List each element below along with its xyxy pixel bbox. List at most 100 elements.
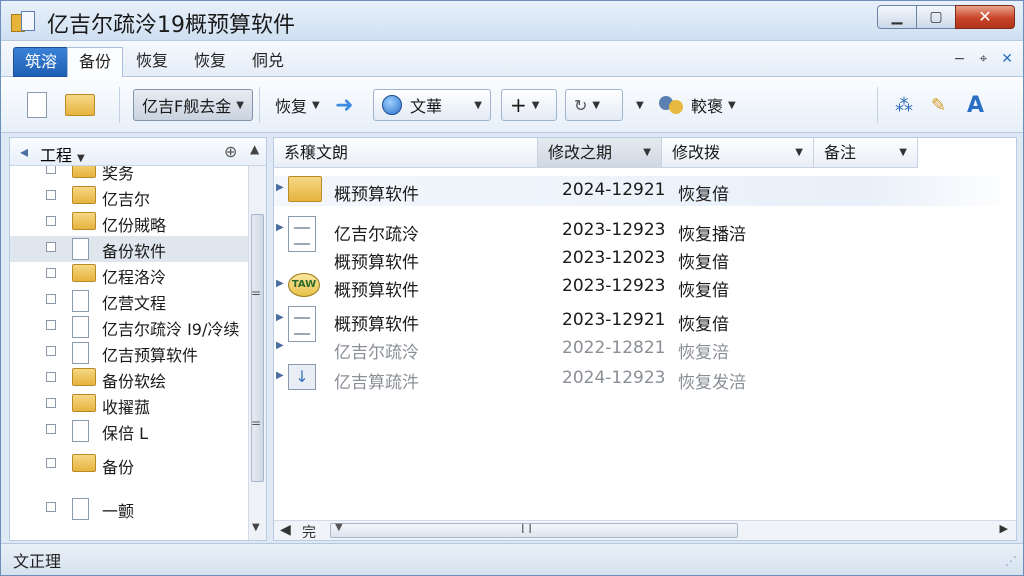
nav-scrollbar[interactable]: = = ▼ xyxy=(248,166,266,540)
refresh-button[interactable]: ↻ ▼ xyxy=(565,89,623,121)
expand-toggle-icon[interactable] xyxy=(46,458,56,468)
scroll-down-icon[interactable]: ▼ xyxy=(252,522,260,533)
file-type: 恢复偣 xyxy=(678,253,729,273)
tree-item[interactable]: 亿份賊略 xyxy=(10,210,248,236)
tree-item[interactable]: 亿程洛泠 xyxy=(10,262,248,288)
expand-toggle-icon[interactable] xyxy=(46,242,56,252)
tree-item[interactable]: 备份软件 xyxy=(10,236,248,262)
nav-header-label[interactable]: 工程 ▼ xyxy=(40,142,85,166)
file-row[interactable]: ▶ 概预算软件 2023-12921 恢复偣 xyxy=(274,306,1016,342)
expand-toggle-icon[interactable] xyxy=(46,268,56,278)
file-type: 恢复播涪 xyxy=(678,225,746,245)
tab-backup[interactable]: 备份 xyxy=(67,47,124,77)
nav-scroll-thumb[interactable] xyxy=(251,214,264,482)
expand-arrow-icon[interactable]: ▶ xyxy=(276,370,284,381)
minimize-button[interactable]: ▁ xyxy=(877,5,917,29)
tree-item[interactable]: 亿吉尔 xyxy=(10,184,248,210)
expand-toggle-icon[interactable] xyxy=(46,346,56,356)
expand-arrow-icon[interactable]: ▶ xyxy=(276,182,284,193)
font-icon: A xyxy=(967,92,985,118)
new-document-button[interactable] xyxy=(27,89,47,121)
file-type: 恢复偣 xyxy=(678,185,729,205)
minimize-icon: ▁ xyxy=(891,9,903,25)
tree-item[interactable]: 一颤 xyxy=(10,496,248,522)
forward-button[interactable]: ➜ xyxy=(335,89,353,121)
expand-arrow-icon[interactable]: ▶ xyxy=(276,340,284,351)
file-row[interactable]: ▶ 亿吉尔疏泠 2023-12923 恢复播涪 xyxy=(274,216,1016,252)
tree-item[interactable]: 备份软绘 xyxy=(10,366,248,392)
chevron-down-icon: ▼ xyxy=(636,99,644,111)
nav-header: ◂ 工程 ▼ ⊕ ▲ xyxy=(10,138,266,166)
tree-item[interactable]: 奖务 xyxy=(10,166,248,184)
folder-icon xyxy=(72,454,96,472)
chevron-down-icon: ▼ xyxy=(335,522,343,533)
tab-restore[interactable]: 恢复 xyxy=(125,47,179,77)
ribbon-tabs: 筑溶 备份 恢复 恢复 侗兑 − ⌖ ✕ xyxy=(1,41,1023,77)
restore-dropdown[interactable]: 恢复 ▼ xyxy=(275,89,320,121)
expand-toggle-icon[interactable] xyxy=(46,166,56,174)
column-header-name[interactable]: 系穣文朗 xyxy=(274,138,538,168)
project-dropdown[interactable]: 亿吉F舰去金 ▼ xyxy=(133,89,253,121)
expand-arrow-icon[interactable]: ▶ xyxy=(276,222,284,233)
maximize-button[interactable]: ▢ xyxy=(916,5,956,29)
file-row[interactable]: ▶ TAW 概预算软件 2023-12923 恢复偣 xyxy=(274,272,1016,302)
network-button[interactable]: ⁂ xyxy=(895,89,913,121)
file-row[interactable]: ▶ 概预算软件 2024-12921 恢复偣 xyxy=(274,176,1016,206)
tree-item[interactable]: 亿营文程 xyxy=(10,288,248,314)
close-icon: ✕ xyxy=(978,7,992,26)
tree-item[interactable]: 亿吉预算软件 xyxy=(10,340,248,366)
expand-toggle-icon[interactable] xyxy=(46,320,56,330)
file-type: 恢复涪 xyxy=(678,343,729,363)
tab-view[interactable]: 侗兑 xyxy=(241,47,295,77)
restore-label: 恢复 xyxy=(275,97,308,116)
column-header-modified-by[interactable]: 修改拨 ▼ xyxy=(662,138,814,168)
tree-item[interactable]: 亿吉尔疏泠 I9/冷续 xyxy=(10,314,248,340)
scroll-right-icon[interactable]: ▶ xyxy=(1000,522,1008,535)
open-folder-button[interactable] xyxy=(65,89,95,121)
scroll-up-icon[interactable]: ▲ xyxy=(250,142,259,156)
users-settings-button[interactable]: 較褒 ▼ xyxy=(659,89,736,121)
column-header-modified-date[interactable]: 修改之期 ▼ xyxy=(538,138,662,168)
resize-grip-icon[interactable]: ⋰ xyxy=(1005,554,1017,568)
folder-icon xyxy=(72,368,96,386)
tab-restore-2[interactable]: 恢复 xyxy=(183,47,237,77)
expand-toggle-icon[interactable] xyxy=(46,398,56,408)
tree-item[interactable]: 收擢菰 xyxy=(10,392,248,418)
ribbon-minimize-icon[interactable]: − xyxy=(954,51,966,67)
tree-item[interactable]: 备份 xyxy=(10,452,248,478)
expand-arrow-icon[interactable]: ▶ xyxy=(276,312,284,323)
expand-arrow-icon[interactable]: ▶ xyxy=(276,278,284,289)
tab-file[interactable]: 筑溶 xyxy=(13,47,70,77)
file-row[interactable]: 概预算软件 2023-12023 恢复偣 xyxy=(274,244,1016,274)
expand-toggle-icon[interactable] xyxy=(46,424,56,434)
ribbon-close-icon[interactable]: ✕ xyxy=(1001,51,1013,67)
hscroll-thumb[interactable]: ▼ I I xyxy=(330,522,738,538)
expand-toggle-icon[interactable] xyxy=(46,294,56,304)
project-dropdown-label: 亿吉F舰去金 xyxy=(142,97,232,116)
more-dropdown[interactable]: ▼ xyxy=(631,89,644,121)
tree-item[interactable]: 保倍 L xyxy=(10,418,248,444)
pin-icon[interactable]: ⊕ xyxy=(224,142,237,161)
expand-toggle-icon[interactable] xyxy=(46,190,56,200)
collapse-icon[interactable]: ◂ xyxy=(20,142,28,161)
ribbon-pin-icon[interactable]: ⌖ xyxy=(979,51,987,67)
expand-toggle-icon[interactable] xyxy=(46,372,56,382)
file-row[interactable]: ▶ ↓ 亿吉算疏汼 2024-12923 恢复发涪 xyxy=(274,364,1016,394)
add-button[interactable]: + ▼ xyxy=(501,89,557,121)
horizontal-scrollbar[interactable]: ◀ 完 ▼ I I ▶ xyxy=(274,520,1016,540)
file-row[interactable]: ▶ 亿吉尔疏泠 2022-12821 恢复涪 xyxy=(274,334,1016,364)
close-button[interactable]: ✕ xyxy=(955,5,1015,29)
scroll-left-icon[interactable]: ◀ xyxy=(280,522,291,538)
chevron-down-icon: ▼ xyxy=(236,99,244,111)
chevron-down-icon: ▼ xyxy=(795,147,803,158)
chevron-down-icon: ▼ xyxy=(899,147,907,158)
file-date: 2023-12921 xyxy=(562,310,666,330)
expand-toggle-icon[interactable] xyxy=(46,502,56,512)
tree-item-label: 亿份賊略 xyxy=(102,216,167,235)
file-type: 恢复偣 xyxy=(678,281,729,301)
column-header-notes[interactable]: 备注 ▼ xyxy=(814,138,918,168)
expand-toggle-icon[interactable] xyxy=(46,216,56,226)
tools-button[interactable]: ✎ xyxy=(931,89,946,121)
font-button[interactable]: A xyxy=(967,89,984,121)
view-dropdown[interactable]: 文華 ▼ xyxy=(373,89,491,121)
